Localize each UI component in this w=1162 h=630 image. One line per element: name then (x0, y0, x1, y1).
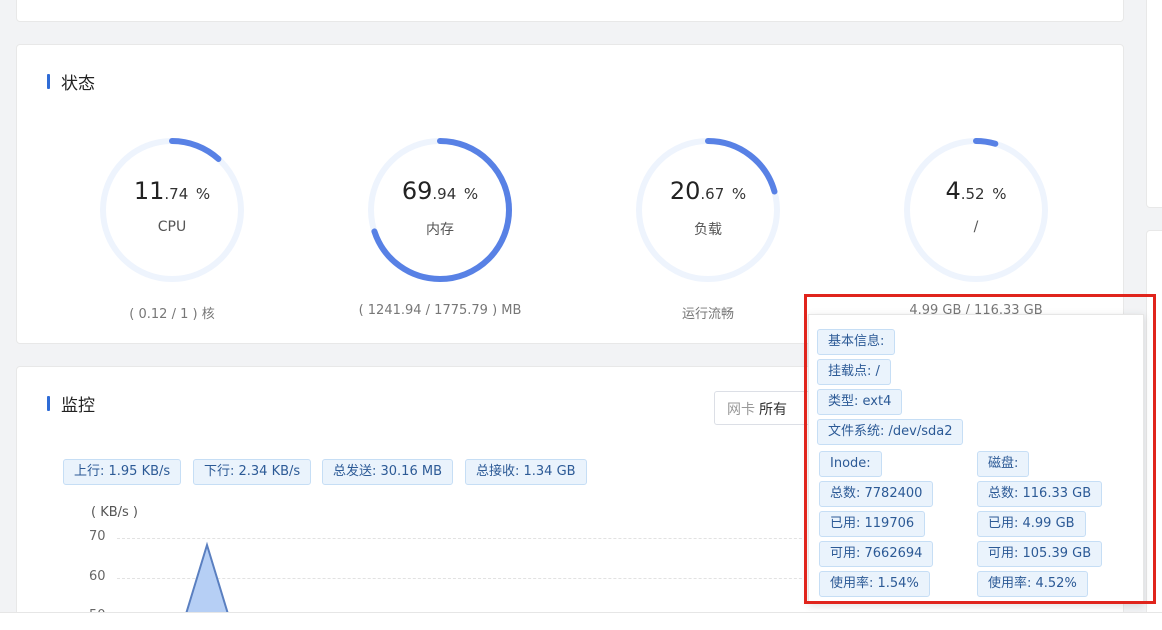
status-card: 状态 11.74 % CPU ( 0.12 / 1 ) 核 69.94 % 内存… (16, 44, 1124, 344)
chart-unit: ( KB/s ) (91, 505, 139, 520)
type-tag: 类型: ext4 (817, 389, 903, 415)
y-tick: 70 (89, 529, 106, 544)
total-sent-stat: 总发送: 30.16 MB (322, 459, 453, 485)
disk-label: / (973, 219, 979, 235)
load-value: 20.67 % (669, 177, 747, 205)
memory-sub: ( 1241.94 / 1775.79 ) MB (358, 303, 522, 318)
download-stat: 下行: 2.34 KB/s (193, 459, 312, 485)
memory-label: 内存 (426, 222, 454, 238)
disk-usage-tag: 使用率: 4.52% (977, 571, 1088, 597)
top-card (16, 0, 1124, 22)
bottom-bar (0, 612, 1162, 630)
load-label: 负载 (694, 222, 722, 238)
memory-gauge-ring (368, 138, 512, 282)
load-gauge[interactable]: 20.67 % 负载 运行流畅 (628, 135, 788, 335)
inode-total-tag: 总数: 7782400 (819, 481, 934, 507)
total-received-stat: 总接收: 1.34 GB (465, 459, 587, 485)
cpu-label: CPU (157, 219, 187, 235)
memory-gauge[interactable]: 69.94 % 内存 ( 1241.94 / 1775.79 ) MB (359, 135, 521, 335)
load-gauge-ring (636, 138, 780, 282)
load-sub: 运行流畅 (681, 307, 734, 322)
disk-total-tag: 总数: 116.33 GB (977, 481, 1103, 507)
cpu-sub: ( 0.12 / 1 ) 核 (129, 307, 215, 322)
memory-value: 69.94 % (401, 177, 479, 205)
disk-info-popup: 基本信息: 挂载点: / 类型: ext4 文件系统: /dev/sda2 In… (808, 314, 1144, 604)
side-panel (1146, 230, 1162, 630)
inode-free-tag: 可用: 7662694 (819, 541, 934, 567)
inode-header-tag: Inode: (819, 451, 882, 477)
cpu-gauge-ring (100, 138, 244, 282)
nic-select-label: 网卡 (727, 402, 755, 418)
disk-header-tag: 磁盘: (977, 451, 1030, 477)
nic-select-value: 所有 (759, 402, 787, 418)
disk-value: 4.52 % (945, 177, 1007, 205)
side-panel (1146, 0, 1162, 208)
basic-info-tag: 基本信息: (817, 329, 896, 355)
disk-free-tag: 可用: 105.39 GB (977, 541, 1103, 567)
disk-gauge-ring (904, 138, 1048, 282)
inode-used-tag: 已用: 119706 (819, 511, 926, 537)
mount-point-tag: 挂载点: / (817, 359, 891, 385)
disk-gauge[interactable]: 4.52 % / 4.99 GB / 116.33 GB (896, 135, 1056, 335)
monitor-title: 监控 (47, 391, 95, 416)
cpu-value: 11.74 % (133, 177, 211, 205)
y-tick: 60 (89, 569, 106, 584)
cpu-gauge[interactable]: 11.74 % CPU ( 0.12 / 1 ) 核 (92, 135, 252, 335)
upload-stat: 上行: 1.95 KB/s (63, 459, 182, 485)
disk-used-tag: 已用: 4.99 GB (977, 511, 1086, 537)
inode-usage-tag: 使用率: 1.54% (819, 571, 930, 597)
status-title: 状态 (47, 69, 95, 94)
filesystem-tag: 文件系统: /dev/sda2 (817, 419, 964, 445)
